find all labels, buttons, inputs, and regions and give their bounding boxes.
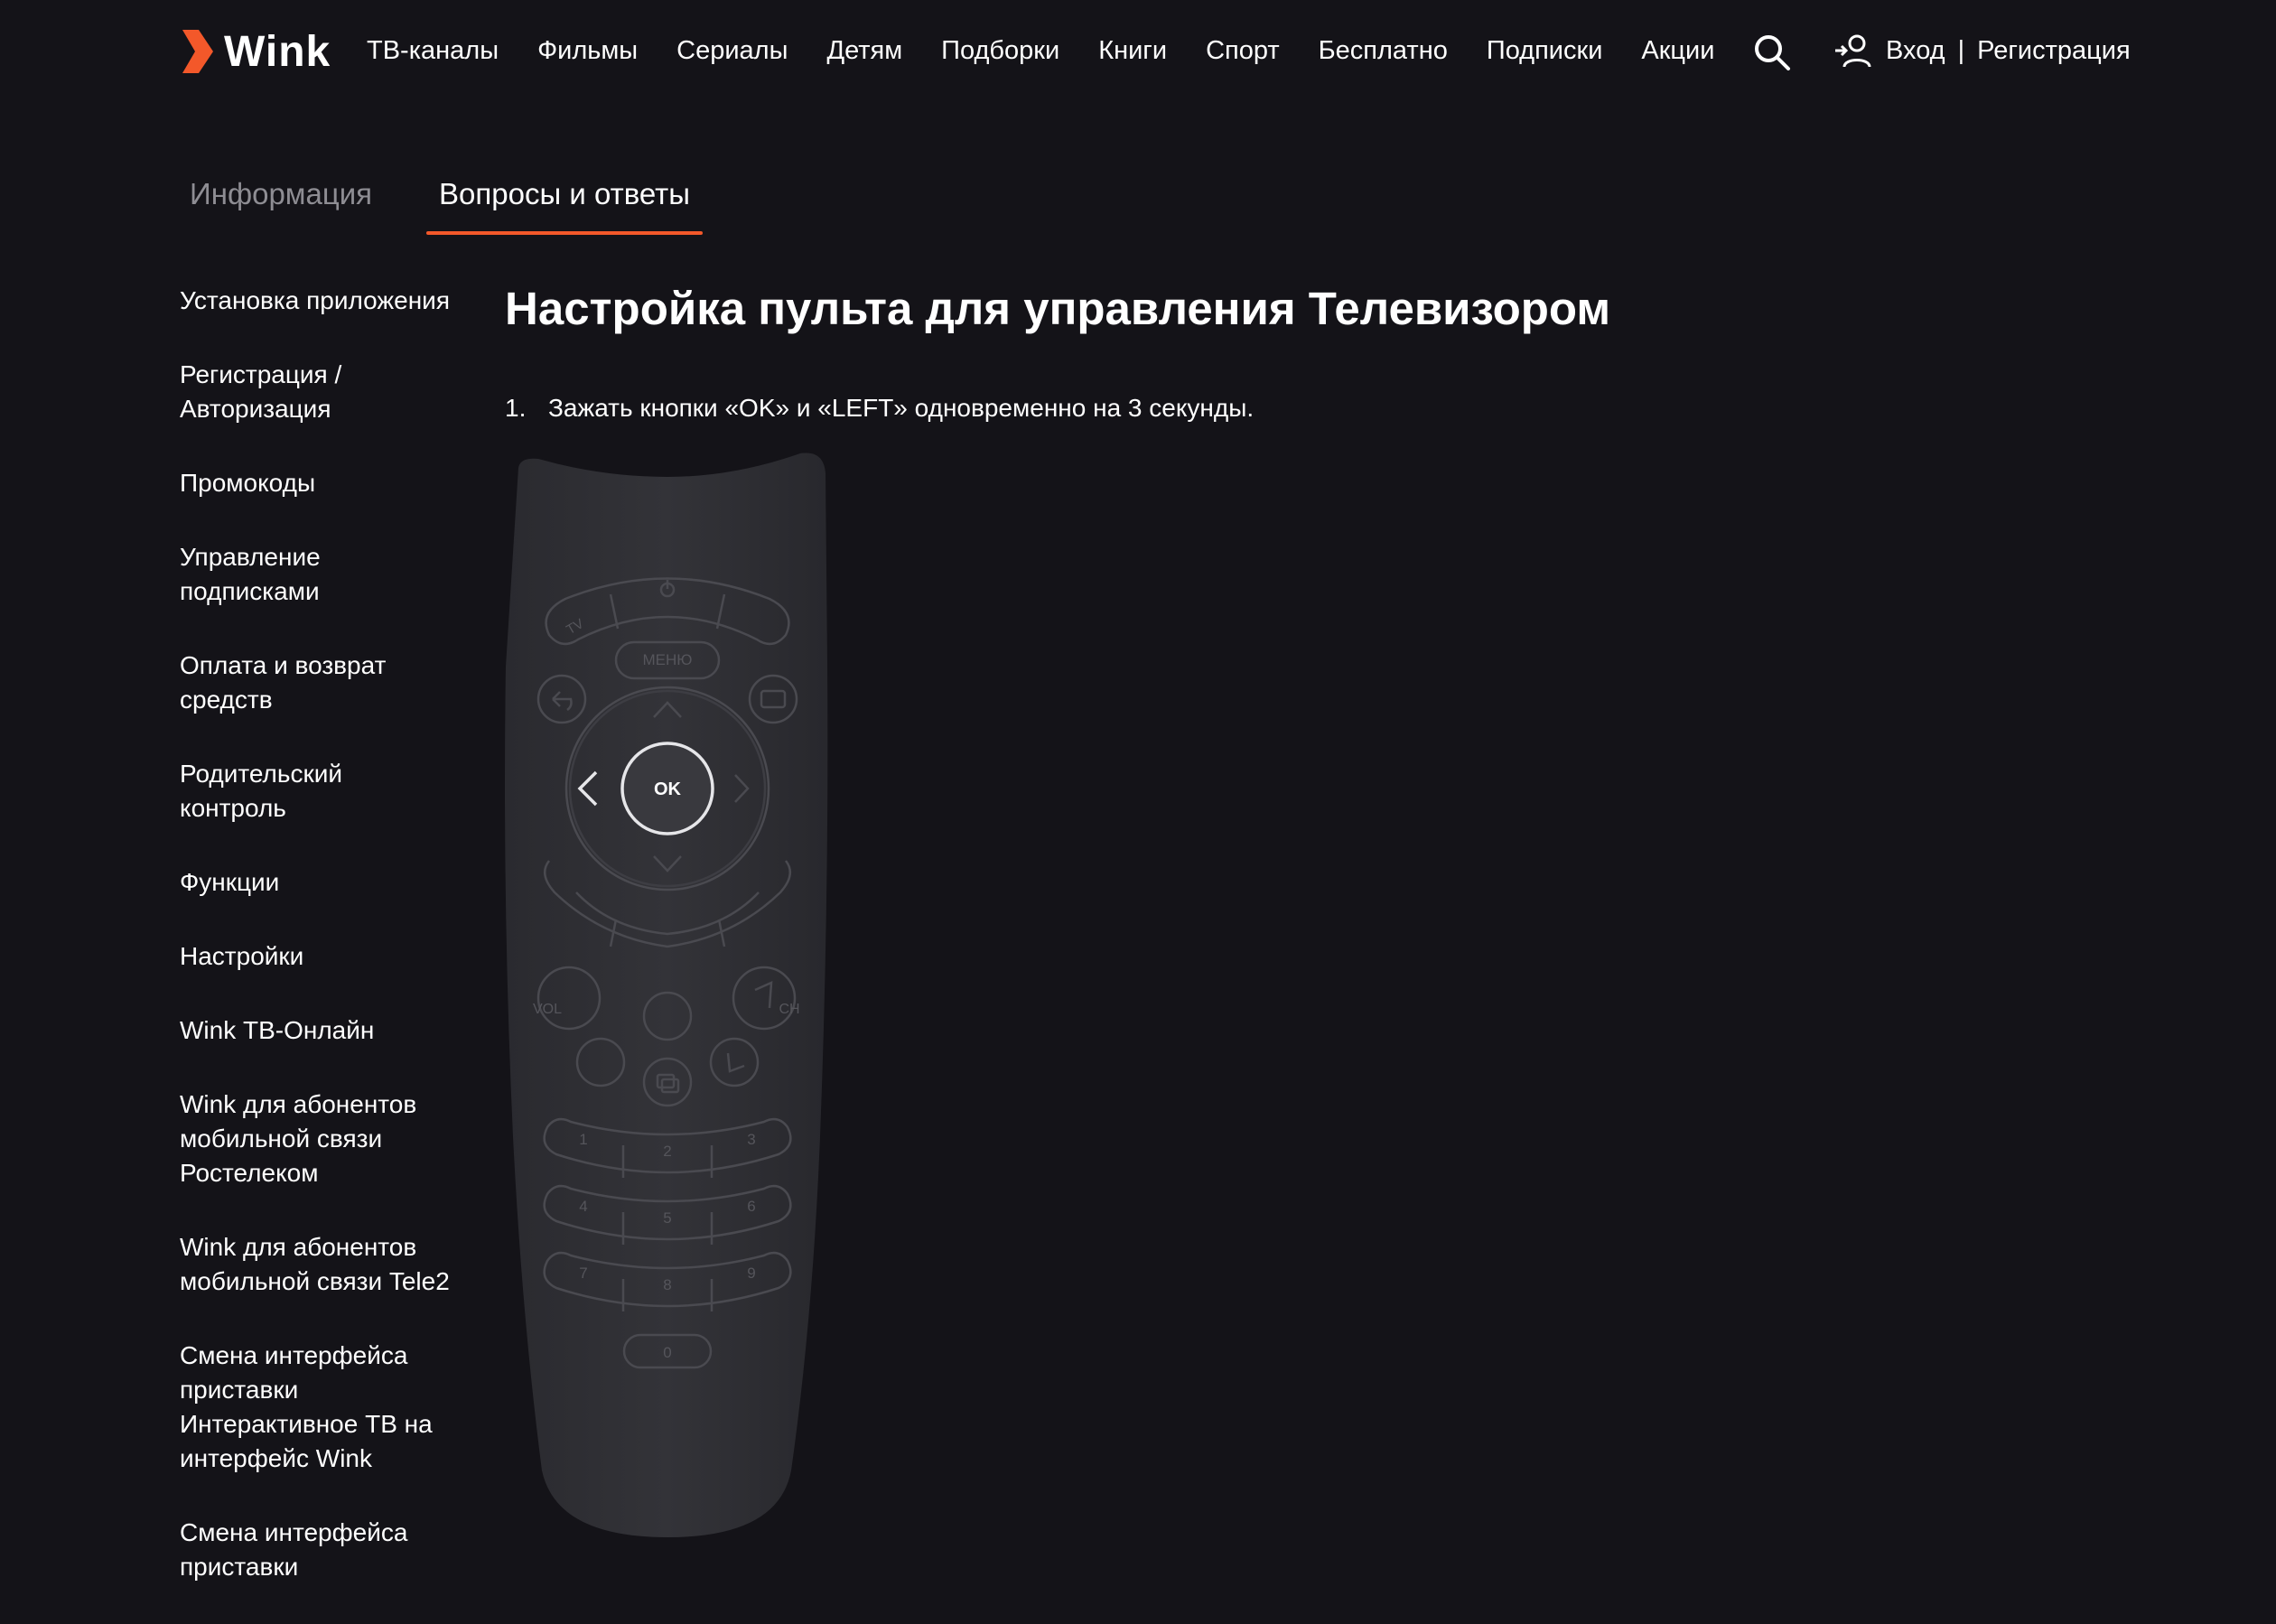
sidebar-item-app-install[interactable]: Установка приложения — [180, 284, 478, 318]
nav-item-sport[interactable]: Спорт — [1206, 27, 1280, 74]
login-link[interactable]: Вход — [1886, 36, 1945, 66]
remote-digit-0: 0 — [663, 1344, 671, 1361]
sidebar-item-settings[interactable]: Настройки — [180, 939, 478, 974]
nav-item-free[interactable]: Бесплатно — [1319, 27, 1448, 74]
page-title: Настройка пульта для управления Телевизо… — [505, 283, 1611, 334]
nav-item-series[interactable]: Сериалы — [676, 27, 788, 74]
sidebar-item-wink-tv-online[interactable]: Wink ТВ-Онлайн — [180, 1013, 478, 1048]
remote-digit-8: 8 — [663, 1276, 671, 1293]
sidebar-item-promocodes[interactable]: Промокоды — [180, 466, 478, 500]
nav-item-tv[interactable]: ТВ-каналы — [367, 27, 499, 74]
sidebar-item-interface-change[interactable]: Смена интерфейса приставки Интерактивное… — [180, 1339, 451, 1476]
nav-item-movies[interactable]: Фильмы — [537, 27, 638, 74]
logo-text: Wink — [224, 27, 331, 76]
sidebar-item-interface-change-2[interactable]: Смена интерфейса приставки — [180, 1516, 433, 1584]
remote-ok-label: OK — [654, 779, 682, 799]
sidebar-item-payment[interactable]: Оплата и возврат средств — [180, 649, 415, 717]
sidebar-item-tele2-mobile[interactable]: Wink для абонентов мобильной связи Tele2 — [180, 1230, 487, 1299]
sidebar-item-parental-control[interactable]: Родительский контроль — [180, 757, 387, 826]
tab-info[interactable]: Информация — [177, 166, 385, 235]
auth-block: Вход | Регистрация — [1833, 27, 2131, 74]
remote-digit-6: 6 — [747, 1198, 755, 1215]
remote-ch-label: CH — [779, 1002, 799, 1017]
instruction-step: 1. Зажать кнопки «OK» и «LEFT» одновреме… — [505, 394, 1254, 423]
auth-separator: | — [1957, 35, 1965, 65]
main-nav: ТВ-каналы Фильмы Сериалы Детям Подборки … — [367, 27, 1753, 74]
user-plus-icon[interactable] — [1833, 33, 1873, 69]
faq-sidebar: Установка приложения Регистрация / Автор… — [180, 284, 478, 1624]
tab-faq[interactable]: Вопросы и ответы — [426, 166, 703, 235]
remote-menu-label: МЕНЮ — [643, 651, 693, 668]
nav-item-books[interactable]: Книги — [1098, 27, 1167, 74]
remote-digit-4: 4 — [579, 1198, 587, 1215]
remote-digit-1: 1 — [579, 1131, 587, 1148]
wink-logo-mark-icon — [182, 30, 213, 73]
sidebar-item-rostelecom-mobile[interactable]: Wink для абонентов мобильной связи Росте… — [180, 1087, 433, 1190]
register-link[interactable]: Регистрация — [1977, 36, 2131, 66]
remote-digit-3: 3 — [747, 1131, 755, 1148]
nav-item-subscriptions[interactable]: Подписки — [1487, 27, 1603, 74]
sidebar-item-subscriptions[interactable]: Управление подписками — [180, 540, 351, 609]
search-icon[interactable] — [1752, 33, 1792, 72]
sidebar-item-registration[interactable]: Регистрация / Авторизация — [180, 358, 378, 426]
site-header: Wink ТВ-каналы Фильмы Сериалы Детям Подб… — [0, 0, 2276, 103]
remote-control-illustration: OK МЕНЮ TV VOL CH 1 2 3 4 5 6 7 8 9 0 — [505, 453, 828, 1537]
sidebar-item-functions[interactable]: Функции — [180, 865, 478, 900]
nav-item-kids[interactable]: Детям — [826, 27, 902, 74]
remote-vol-label: VOL — [533, 1002, 562, 1017]
nav-item-collections[interactable]: Подборки — [941, 27, 1059, 74]
nav-item-promos[interactable]: Акции — [1641, 27, 1714, 74]
help-tabs: Информация Вопросы и ответы — [177, 166, 744, 235]
remote-digit-7: 7 — [579, 1265, 587, 1282]
remote-digit-9: 9 — [747, 1265, 755, 1282]
step-number: 1. — [505, 394, 527, 422]
remote-digit-5: 5 — [663, 1209, 671, 1227]
wink-logo[interactable]: Wink — [177, 22, 331, 81]
step-text: Зажать кнопки «OK» и «LEFT» одновременно… — [548, 394, 1255, 422]
remote-digit-2: 2 — [663, 1143, 671, 1160]
